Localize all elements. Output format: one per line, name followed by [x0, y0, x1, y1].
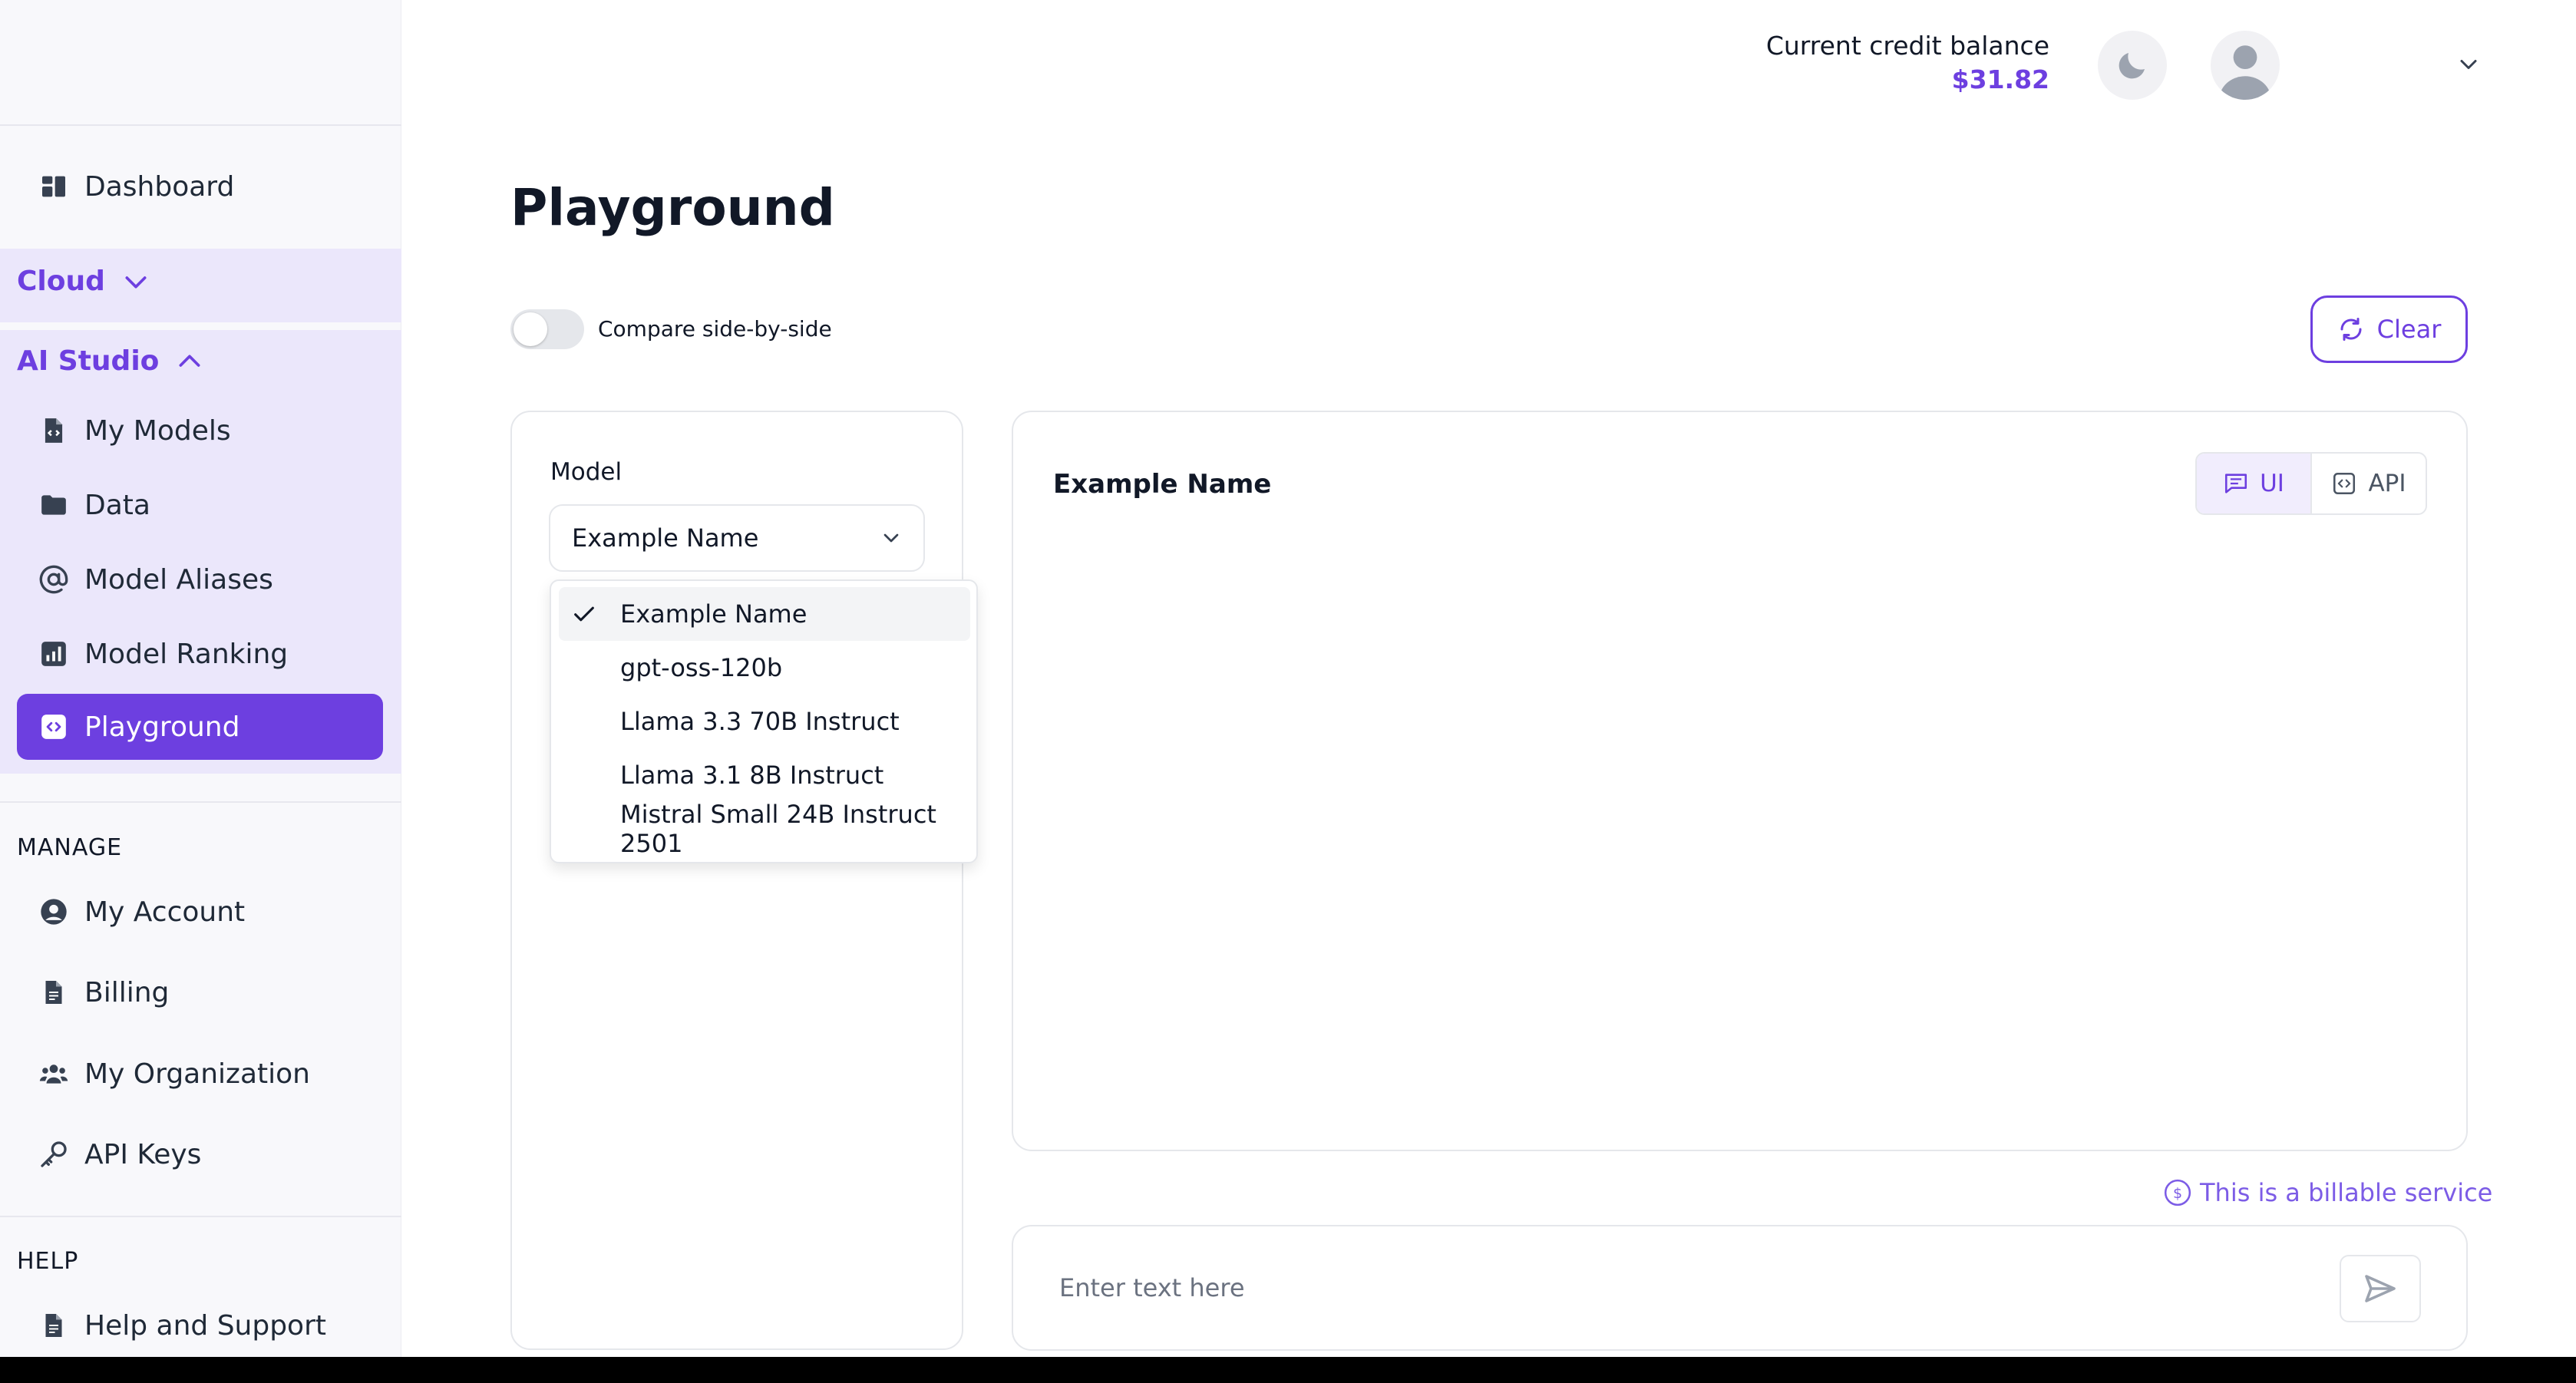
file-code-icon	[37, 414, 71, 447]
sidebar-item-label: Data	[84, 489, 150, 521]
billable-notice: $ This is a billable service	[2163, 1178, 2492, 1207]
sidebar-item-api-keys[interactable]: API Keys	[17, 1121, 383, 1187]
sidebar-item-label: Help and Support	[84, 1309, 326, 1342]
ui-mode-button[interactable]: UI	[2197, 454, 2312, 513]
chevron-down-icon	[125, 276, 147, 288]
user-menu-chevron-icon[interactable]	[2455, 51, 2482, 78]
sidebar-item-label: Billing	[84, 976, 170, 1008]
sidebar-item-label: Playground	[84, 711, 240, 743]
sidebar: Dashboard Cloud AI Studio My Models Data	[0, 0, 401, 1357]
model-option-label: gpt-oss-120b	[620, 653, 783, 682]
clear-button-label: Clear	[2376, 315, 2442, 344]
model-option[interactable]: Llama 3.1 8B Instruct	[559, 748, 970, 802]
sidebar-group-label: Cloud	[17, 266, 105, 297]
model-option-label: Example Name	[620, 599, 807, 629]
sidebar-group-cloud[interactable]: Cloud	[17, 266, 151, 297]
sidebar-section-manage: MANAGE	[17, 834, 123, 861]
billable-notice-text: This is a billable service	[2200, 1178, 2493, 1207]
model-option[interactable]: Llama 3.3 70B Instruct	[559, 695, 970, 748]
sidebar-item-label: My Models	[84, 414, 231, 447]
model-dropdown-menu: Example Name gpt-oss-120b Llama 3.3 70B …	[550, 579, 978, 863]
model-select-value: Example Name	[572, 523, 759, 553]
compare-side-by-side-label: Compare side-by-side	[598, 316, 832, 342]
model-option[interactable]: Mistral Small 24B Instruct 2501	[559, 800, 970, 858]
clear-button[interactable]: Clear	[2310, 295, 2468, 363]
sidebar-divider	[0, 124, 401, 126]
sidebar-item-data[interactable]: Data	[17, 472, 383, 538]
app-window: Dashboard Cloud AI Studio My Models Data	[0, 0, 2576, 1383]
sidebar-item-label: API Keys	[84, 1138, 202, 1170]
theme-toggle-button[interactable]	[2098, 31, 2167, 100]
view-mode-toggle: UI API	[2195, 452, 2427, 515]
compare-side-by-side-toggle[interactable]	[510, 309, 584, 349]
send-icon	[2365, 1275, 2396, 1302]
user-circle-icon	[37, 895, 71, 929]
sidebar-divider	[0, 801, 401, 803]
dashboard-icon	[37, 170, 71, 203]
document-icon	[37, 1309, 71, 1342]
model-panel: Model Example Name	[510, 411, 963, 1350]
ui-mode-label: UI	[2260, 470, 2284, 497]
chat-panel-title: Example Name	[1053, 469, 1272, 500]
check-icon	[574, 606, 594, 622]
model-option[interactable]: gpt-oss-120b	[559, 641, 970, 695]
sidebar-item-model-ranking[interactable]: Model Ranking	[17, 621, 383, 687]
prompt-input[interactable]	[1059, 1265, 2287, 1311]
sidebar-section-help: HELP	[17, 1248, 79, 1275]
chevron-down-icon	[883, 533, 899, 543]
at-sign-icon	[37, 563, 71, 596]
document-icon	[37, 975, 71, 1009]
sidebar-item-label: Model Aliases	[84, 563, 273, 596]
sidebar-item-playground[interactable]: Playground	[17, 694, 383, 760]
model-option-label: Llama 3.1 8B Instruct	[620, 761, 884, 790]
refresh-icon	[2340, 318, 2362, 341]
model-select[interactable]: Example Name	[549, 504, 925, 572]
toggle-knob	[514, 312, 547, 346]
moon-icon	[2119, 53, 2145, 79]
sidebar-item-my-organization[interactable]: My Organization	[17, 1041, 383, 1107]
model-option[interactable]: Example Name	[559, 587, 970, 641]
credit-balance-value: $31.82	[1951, 64, 2049, 94]
send-button[interactable]	[2340, 1255, 2421, 1322]
svg-text:$: $	[2173, 1185, 2182, 1202]
bar-chart-icon	[37, 637, 71, 671]
chat-icon	[2225, 474, 2247, 493]
chat-panel: Example Name UI API	[1012, 411, 2468, 1151]
users-icon	[37, 1057, 71, 1091]
user-silhouette-icon	[2219, 45, 2271, 100]
credit-balance-label: Current credit balance	[1765, 31, 2049, 61]
sidebar-item-my-account[interactable]: My Account	[17, 879, 383, 945]
sidebar-item-label: Dashboard	[84, 170, 235, 203]
chevron-up-icon	[179, 355, 200, 367]
model-option-label: Llama 3.3 70B Instruct	[620, 707, 900, 736]
api-mode-button[interactable]: API	[2312, 454, 2426, 513]
sidebar-item-label: My Organization	[84, 1058, 310, 1090]
sidebar-item-dashboard[interactable]: Dashboard	[17, 153, 383, 219]
folder-icon	[37, 488, 71, 522]
code-icon	[2333, 472, 2356, 495]
model-option-label: Mistral Small 24B Instruct 2501	[620, 800, 936, 858]
avatar[interactable]	[2211, 31, 2280, 100]
sidebar-group-label: AI Studio	[17, 345, 160, 377]
sidebar-group-ai-studio[interactable]: AI Studio	[17, 345, 205, 377]
prompt-input-box	[1012, 1225, 2468, 1351]
dollar-circle-icon: $	[2164, 1179, 2191, 1206]
page-title: Playground	[510, 178, 835, 237]
code-icon	[37, 710, 71, 744]
sidebar-item-model-aliases[interactable]: Model Aliases	[17, 546, 383, 612]
sidebar-item-label: My Account	[84, 896, 246, 928]
sidebar-item-my-models[interactable]: My Models	[17, 398, 383, 464]
bottom-edge	[0, 1357, 2576, 1383]
api-mode-label: API	[2368, 470, 2406, 497]
sidebar-divider	[0, 1216, 401, 1217]
sidebar-item-billing[interactable]: Billing	[17, 959, 383, 1025]
key-icon	[37, 1137, 71, 1171]
sidebar-item-help-and-support[interactable]: Help and Support	[17, 1292, 383, 1358]
sidebar-item-label: Model Ranking	[84, 638, 289, 670]
model-label: Model	[550, 458, 623, 486]
